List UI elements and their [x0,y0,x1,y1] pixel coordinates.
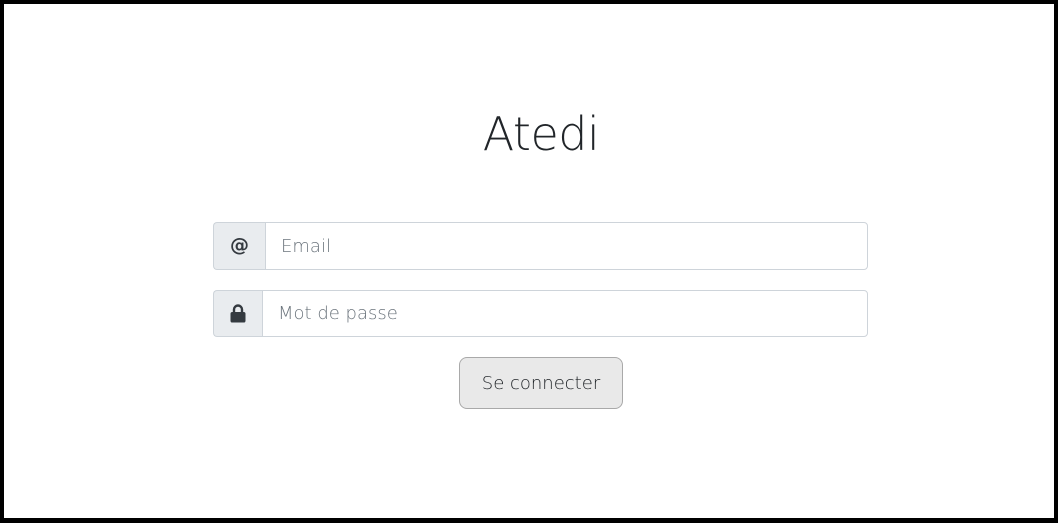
lock-icon [230,304,246,323]
password-input-group [213,290,868,337]
at-icon: @ [230,233,249,256]
login-page: Atedi @ Se connecter [4,4,1054,518]
app-title: Atedi [482,107,600,161]
email-addon: @ [213,222,265,270]
email-field[interactable] [265,222,868,270]
email-input-group: @ [213,222,868,270]
password-addon [213,290,262,337]
password-field[interactable] [262,290,868,337]
login-button[interactable]: Se connecter [459,357,623,409]
